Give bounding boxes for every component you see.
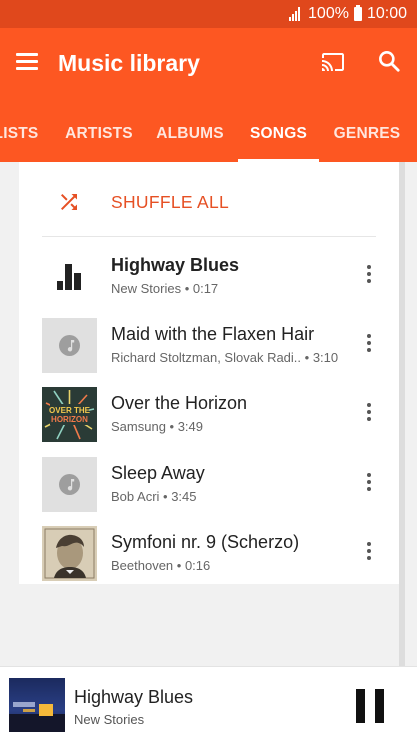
more-vert-icon[interactable] — [365, 473, 373, 493]
page-title: Music library — [58, 50, 200, 76]
album-art — [42, 526, 97, 581]
music-note-icon — [59, 474, 80, 495]
status-bar: 100% 10:00 — [0, 0, 417, 28]
more-vert-icon[interactable] — [365, 334, 373, 354]
more-vert-icon[interactable] — [365, 403, 373, 423]
album-art — [9, 678, 65, 732]
song-subtitle: Samsung • 3:49 — [111, 419, 204, 434]
signal-icon — [289, 7, 303, 21]
battery-icon — [353, 5, 362, 21]
cast-icon[interactable] — [320, 50, 346, 74]
songs-list: SHUFFLE ALL Highway Blues New Stories • … — [19, 162, 399, 584]
shuffle-all-button[interactable]: SHUFFLE ALL — [19, 162, 399, 237]
song-row[interactable]: Symfoni nr. 9 (Scherzo) Beethoven • 0:16 — [19, 520, 399, 590]
song-title: Highway Blues — [111, 255, 240, 275]
more-vert-icon[interactable] — [365, 265, 373, 285]
song-row[interactable]: Maid with the Flaxen Hair Richard Stoltz… — [19, 312, 399, 382]
battery-percent: 100% — [308, 5, 349, 22]
song-subtitle: Beethoven • 0:16 — [111, 558, 211, 573]
tab-albums[interactable]: ALBUMS — [150, 110, 230, 162]
divider — [42, 236, 376, 237]
shuffle-icon — [61, 194, 77, 210]
album-art-placeholder — [42, 318, 97, 373]
pause-icon[interactable] — [356, 689, 386, 723]
song-subtitle: New Stories • 0:17 — [111, 281, 219, 296]
shuffle-all-label: SHUFFLE ALL — [111, 192, 230, 212]
menu-icon[interactable] — [16, 53, 38, 70]
song-title: Symfoni nr. 9 (Scherzo) — [111, 532, 300, 552]
song-row[interactable]: Highway Blues New Stories • 0:17 — [19, 243, 399, 313]
album-art: OVER THE HORIZON — [42, 387, 97, 442]
song-subtitle: Bob Acri • 3:45 — [111, 489, 197, 504]
player-title: Highway Blues — [74, 687, 194, 707]
status-time: 10:00 — [366, 5, 407, 22]
tab-bar: LISTS ARTISTS ALBUMS SONGS GENRES — [0, 110, 417, 162]
equalizer-icon — [57, 264, 81, 290]
song-title: Over the Horizon — [111, 393, 248, 413]
song-row[interactable]: Sleep Away Bob Acri • 3:45 — [19, 451, 399, 521]
tab-artists[interactable]: ARTISTS — [56, 110, 142, 162]
svg-text:OVER THE: OVER THE — [49, 406, 91, 415]
tab-songs[interactable]: SONGS — [238, 110, 319, 162]
song-subtitle: Richard Stoltzman, Slovak Radi.. • 3:10 — [111, 350, 339, 365]
album-art-placeholder — [42, 457, 97, 512]
more-vert-icon[interactable] — [365, 542, 373, 562]
song-row[interactable]: OVER THE HORIZON Over the Horizon Samsun… — [19, 381, 399, 451]
search-icon[interactable] — [376, 48, 402, 74]
music-note-icon — [59, 335, 80, 356]
scrollbar[interactable] — [399, 162, 405, 666]
tab-genres[interactable]: GENRES — [327, 110, 407, 162]
svg-text:HORIZON: HORIZON — [51, 415, 88, 424]
player-artist: New Stories — [74, 712, 145, 727]
app-bar: Music library LISTS ARTISTS ALBUMS SONGS… — [0, 28, 417, 162]
tab-lists[interactable]: LISTS — [0, 110, 42, 162]
song-title: Sleep Away — [111, 463, 205, 483]
mini-player[interactable]: Highway Blues New Stories — [0, 666, 417, 742]
song-title: Maid with the Flaxen Hair — [111, 324, 315, 344]
